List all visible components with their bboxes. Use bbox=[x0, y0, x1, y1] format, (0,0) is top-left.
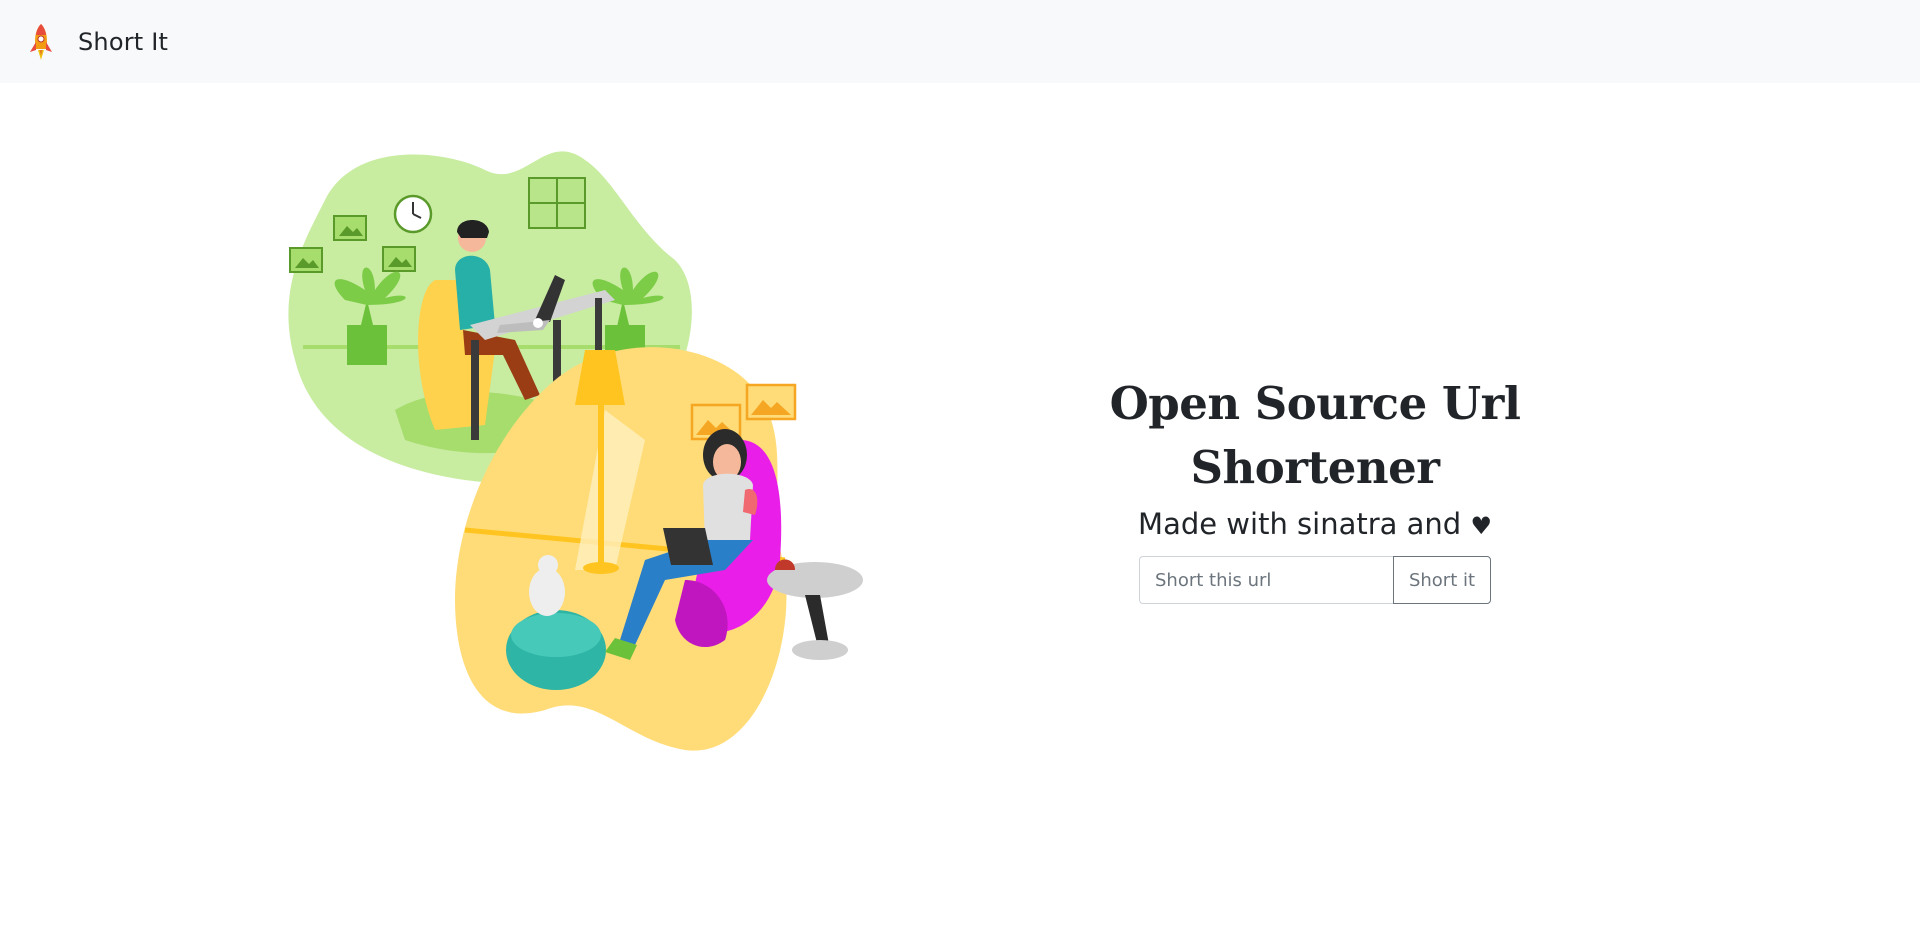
rocket-icon[interactable] bbox=[26, 22, 56, 62]
navbar: Short It bbox=[0, 0, 1920, 83]
page-subtitle: Made with sinatra and ♥ bbox=[1000, 506, 1630, 544]
brand-name[interactable]: Short It bbox=[78, 28, 168, 56]
subtitle-text: Made with sinatra and bbox=[1138, 507, 1471, 541]
url-input[interactable] bbox=[1139, 556, 1393, 604]
hero-section: Open Source Url Shortener Made with sina… bbox=[1000, 372, 1630, 604]
work-from-home-illustration bbox=[285, 140, 905, 760]
heart-icon: ♥ bbox=[1470, 512, 1492, 540]
page-title: Open Source Url Shortener bbox=[1109, 377, 1521, 494]
shorten-url-form: Short it bbox=[1139, 556, 1491, 604]
short-it-button[interactable]: Short it bbox=[1393, 556, 1491, 604]
